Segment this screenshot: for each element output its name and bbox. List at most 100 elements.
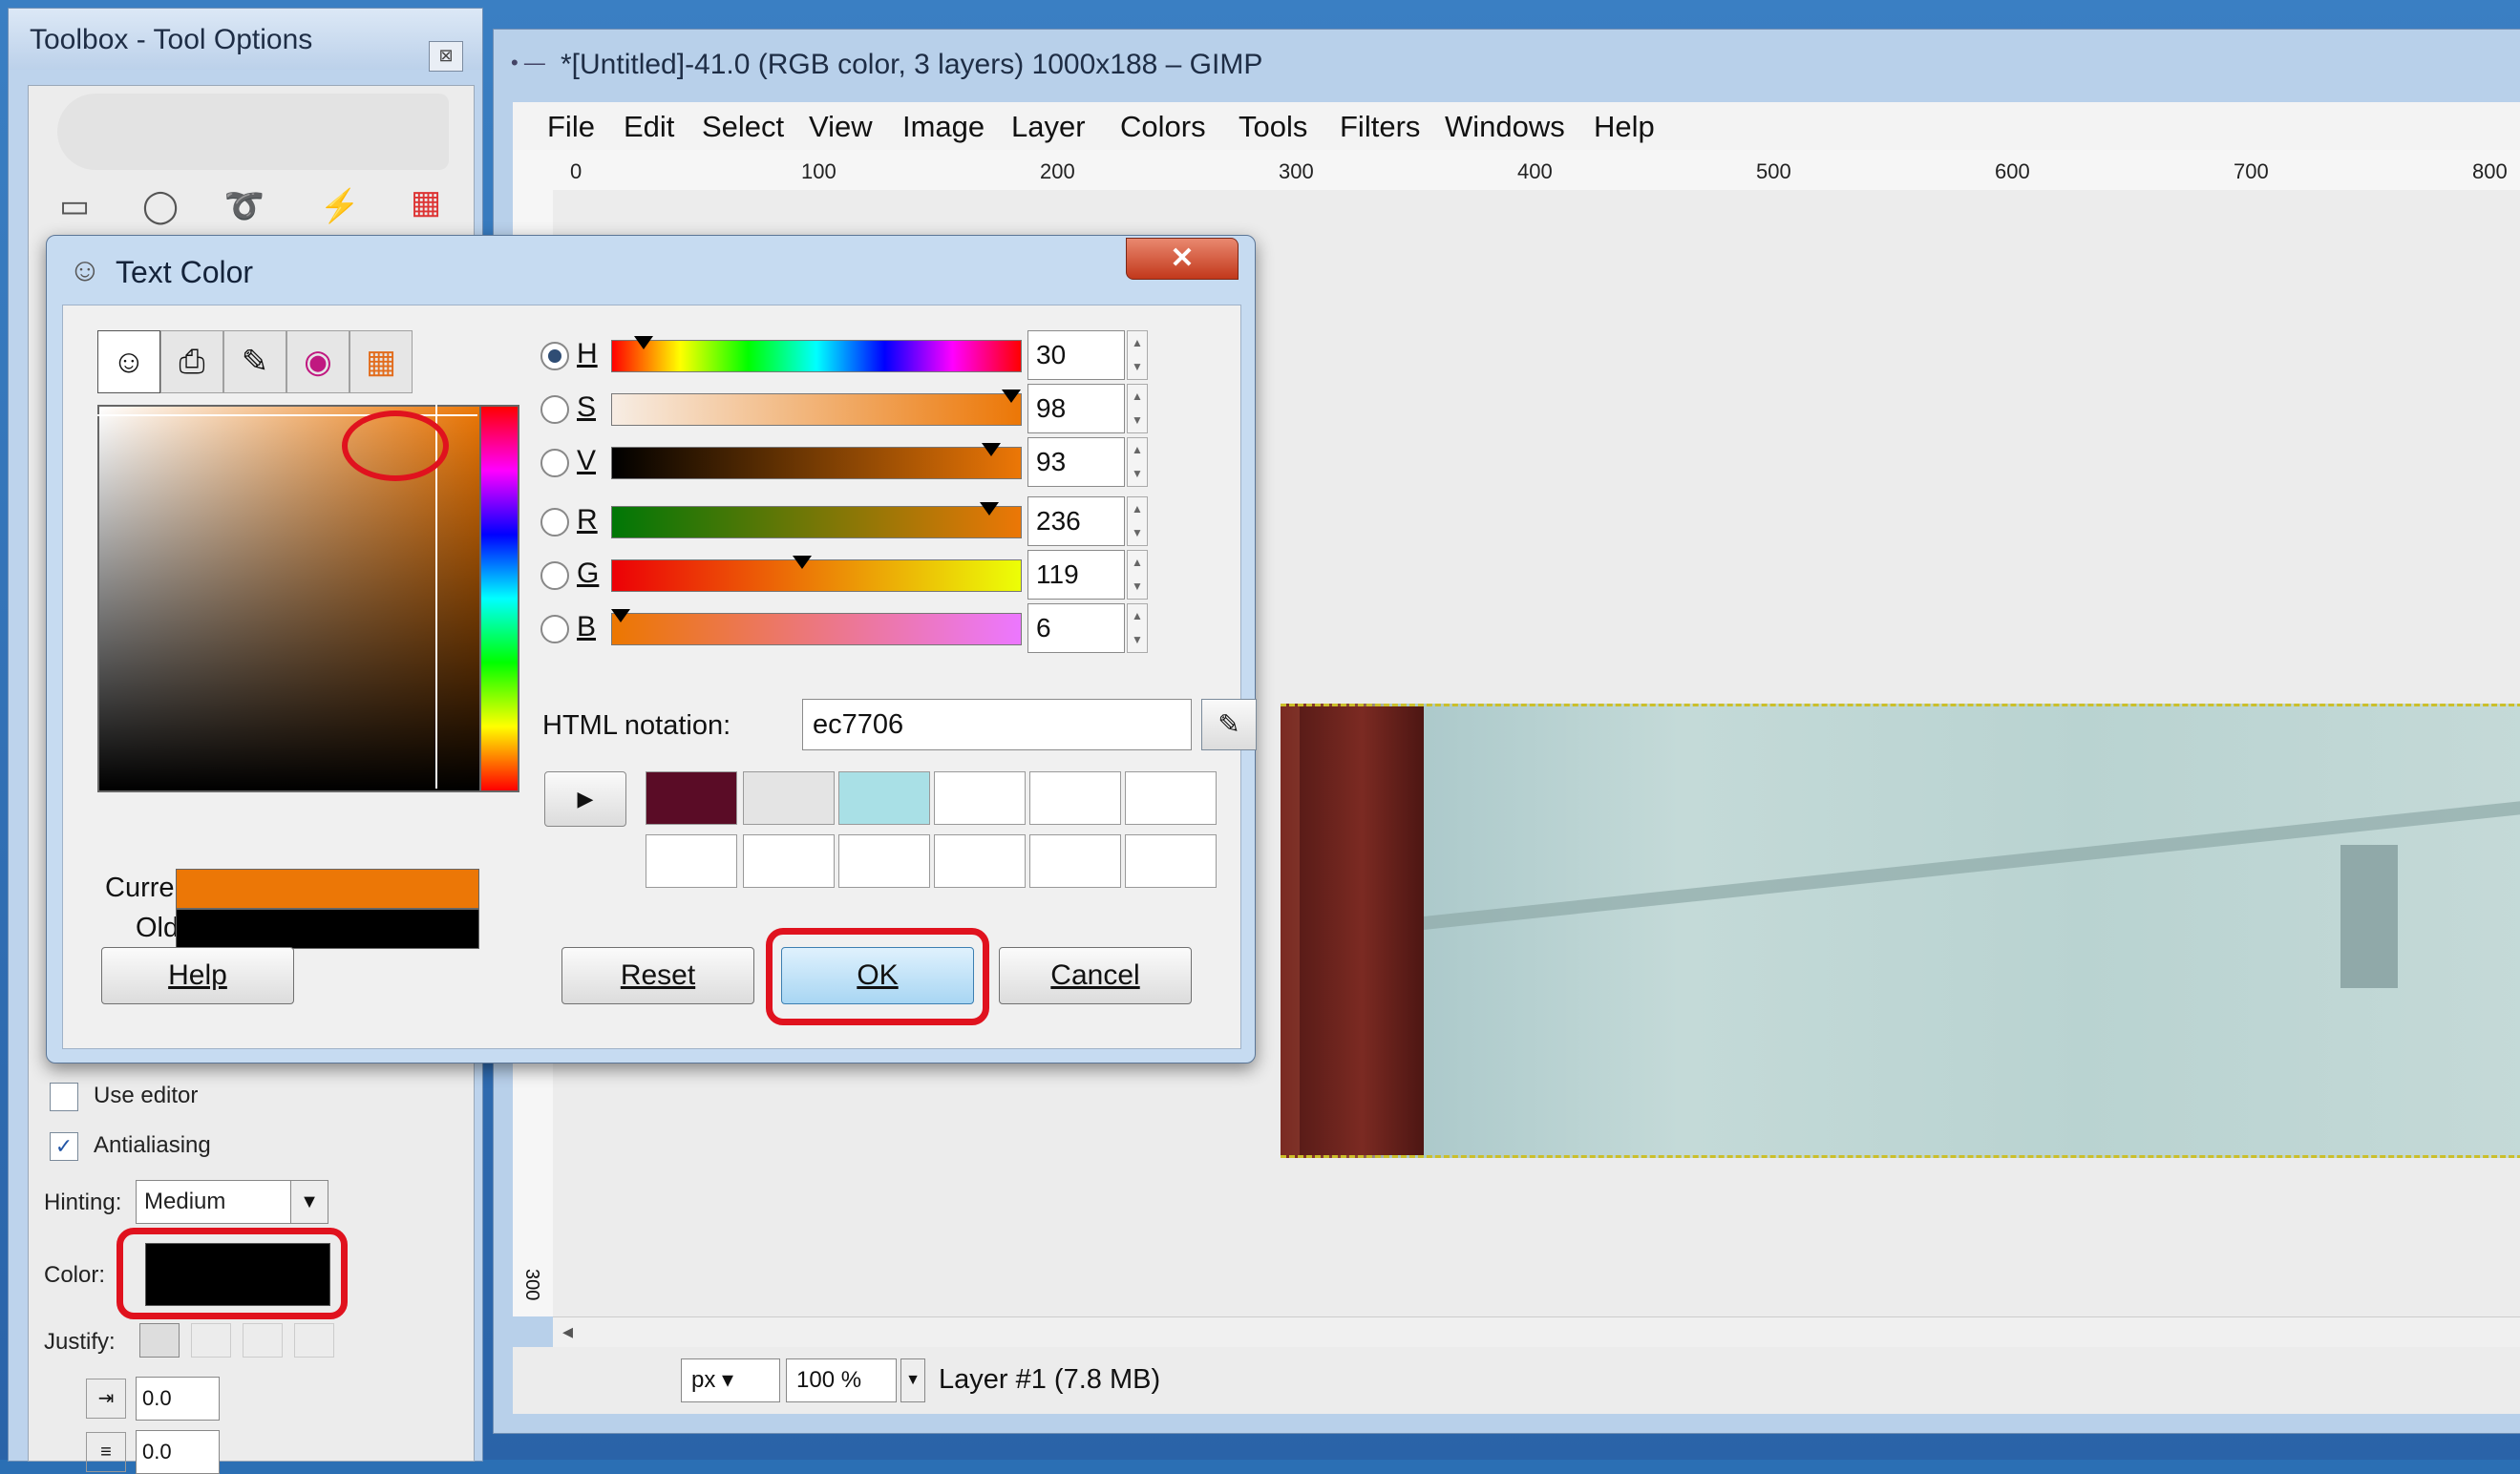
- dialog-close-button[interactable]: ✕: [1126, 238, 1239, 280]
- channel-value-r[interactable]: 236: [1027, 496, 1125, 546]
- justify-center-button[interactable]: [243, 1323, 283, 1358]
- html-notation-input[interactable]: ec7706: [802, 699, 1192, 750]
- menu-filters[interactable]: Filters: [1340, 110, 1420, 144]
- menu-select[interactable]: Select: [702, 110, 784, 144]
- watercolor-brush-icon[interactable]: ✎: [223, 330, 286, 393]
- history-swatch[interactable]: [1029, 834, 1121, 888]
- history-swatch[interactable]: [743, 834, 835, 888]
- cancel-button[interactable]: Cancel: [999, 947, 1192, 1004]
- menu-image[interactable]: Image: [902, 110, 985, 144]
- menu-layer[interactable]: Layer: [1011, 110, 1086, 144]
- history-swatch[interactable]: [838, 834, 930, 888]
- help-button[interactable]: Help: [101, 947, 294, 1004]
- slider-marker[interactable]: [979, 502, 999, 516]
- palette-icon[interactable]: ▦: [349, 330, 413, 393]
- bridge-image[interactable]: [1281, 704, 2520, 1158]
- channel-value-v[interactable]: 93: [1027, 437, 1125, 487]
- eyedropper-icon[interactable]: ✎: [1201, 699, 1257, 750]
- color-wheel-icon[interactable]: ◉: [286, 330, 349, 393]
- spin-buttons-icon[interactable]: ▲ ▼: [1127, 384, 1148, 433]
- ellipse-select-icon[interactable]: ◯: [136, 181, 185, 231]
- slider-marker[interactable]: [982, 443, 1002, 456]
- history-swatch[interactable]: [646, 834, 737, 888]
- menu-tools[interactable]: Tools: [1239, 110, 1307, 144]
- ok-highlight-circle: [766, 928, 989, 1025]
- hinting-dropdown[interactable]: Medium ▼: [136, 1180, 328, 1224]
- channel-slider-g[interactable]: [611, 559, 1022, 592]
- justify-left-button[interactable]: [139, 1323, 180, 1358]
- scroll-left-icon[interactable]: ◂: [562, 1319, 573, 1344]
- channel-value-g[interactable]: 119: [1027, 550, 1125, 600]
- color-label: Color:: [44, 1262, 106, 1288]
- unit-value: px: [691, 1367, 716, 1393]
- history-swatch[interactable]: [838, 771, 930, 825]
- channel-slider-r[interactable]: [611, 506, 1022, 538]
- rect-select-icon[interactable]: ▭: [50, 181, 99, 231]
- slider-marker[interactable]: [1002, 390, 1022, 403]
- window-menu-icon[interactable]: • —: [511, 51, 545, 75]
- menu-help[interactable]: Help: [1594, 110, 1655, 144]
- toolbox-close-button[interactable]: ⊠: [429, 41, 463, 72]
- zoom-value: 100 %: [796, 1367, 862, 1393]
- menu-edit[interactable]: Edit: [624, 110, 674, 144]
- menu-file[interactable]: File: [547, 110, 595, 144]
- reset-button[interactable]: Reset: [561, 947, 754, 1004]
- free-select-icon[interactable]: ➰: [220, 181, 269, 231]
- menu-view[interactable]: View: [809, 110, 873, 144]
- history-swatch[interactable]: [1029, 771, 1121, 825]
- history-swatch[interactable]: [1125, 771, 1217, 825]
- antialiasing-checkbox[interactable]: ✓: [50, 1132, 78, 1161]
- channel-slider-s[interactable]: [611, 393, 1022, 426]
- ruler-tick: 300: [1279, 159, 1314, 183]
- channel-radio-g[interactable]: [540, 561, 569, 590]
- spin-buttons-icon[interactable]: ▲ ▼: [1127, 437, 1148, 487]
- use-editor-checkbox[interactable]: [50, 1083, 78, 1111]
- spin-buttons-icon[interactable]: ▲ ▼: [1127, 603, 1148, 653]
- menu-windows[interactable]: Windows: [1445, 110, 1565, 144]
- channel-radio-r[interactable]: [540, 508, 569, 537]
- status-bar: px ▾ 100 % ▼ Layer #1 (7.8 MB): [513, 1347, 2520, 1414]
- chevron-down-icon[interactable]: ▼: [900, 1358, 925, 1402]
- history-swatch[interactable]: [1125, 834, 1217, 888]
- unit-dropdown[interactable]: px ▾: [681, 1358, 780, 1402]
- gimp-wilber-icon: ☺: [68, 252, 102, 288]
- zoom-dropdown[interactable]: 100 %: [786, 1358, 897, 1402]
- hue-strip[interactable]: [479, 405, 519, 792]
- channel-radio-s[interactable]: [540, 395, 569, 424]
- spin-buttons-icon[interactable]: ▲ ▼: [1127, 330, 1148, 380]
- channel-radio-v[interactable]: [540, 449, 569, 477]
- line-spacing-icon: ≡: [86, 1432, 126, 1472]
- slider-marker[interactable]: [611, 609, 631, 622]
- justify-right-button[interactable]: [191, 1323, 231, 1358]
- chevron-down-icon[interactable]: ▼: [290, 1181, 328, 1223]
- gimp-selector-tab-icon[interactable]: ☺: [97, 330, 160, 393]
- color-select-icon[interactable]: ▦: [401, 178, 451, 227]
- channel-value-b[interactable]: 6: [1027, 603, 1125, 653]
- channel-slider-b[interactable]: [611, 613, 1022, 645]
- channel-radio-b[interactable]: [540, 615, 569, 643]
- history-arrow-button[interactable]: ▶: [544, 771, 626, 827]
- slider-marker[interactable]: [634, 336, 654, 349]
- justify-fill-button[interactable]: [294, 1323, 334, 1358]
- channel-value-s[interactable]: 98: [1027, 384, 1125, 433]
- channel-slider-v[interactable]: [611, 447, 1022, 479]
- fuzzy-select-icon[interactable]: ⚡: [315, 181, 365, 231]
- horizontal-ruler[interactable]: 0 100 200 300 400 500 600 700 800: [513, 150, 2520, 191]
- slider-marker[interactable]: [792, 556, 812, 569]
- toolbox-title: Toolbox - Tool Options: [30, 24, 313, 55]
- indent-input[interactable]: 0.0: [136, 1377, 220, 1421]
- history-swatch[interactable]: [934, 771, 1026, 825]
- channel-slider-h[interactable]: [611, 340, 1022, 372]
- history-swatch[interactable]: [646, 771, 737, 825]
- line-spacing-input[interactable]: 0.0: [136, 1430, 220, 1474]
- channel-label-r: R: [577, 504, 598, 536]
- history-swatch[interactable]: [934, 834, 1026, 888]
- spin-buttons-icon[interactable]: ▲ ▼: [1127, 550, 1148, 600]
- menu-colors[interactable]: Colors: [1120, 110, 1206, 144]
- history-swatch[interactable]: [743, 771, 835, 825]
- channel-radio-h[interactable]: [540, 342, 569, 370]
- printer-cmyk-icon[interactable]: ⎙: [160, 330, 223, 393]
- channel-value-h[interactable]: 30: [1027, 330, 1125, 380]
- horizontal-scrollbar[interactable]: ◂: [553, 1316, 2520, 1348]
- spin-buttons-icon[interactable]: ▲ ▼: [1127, 496, 1148, 546]
